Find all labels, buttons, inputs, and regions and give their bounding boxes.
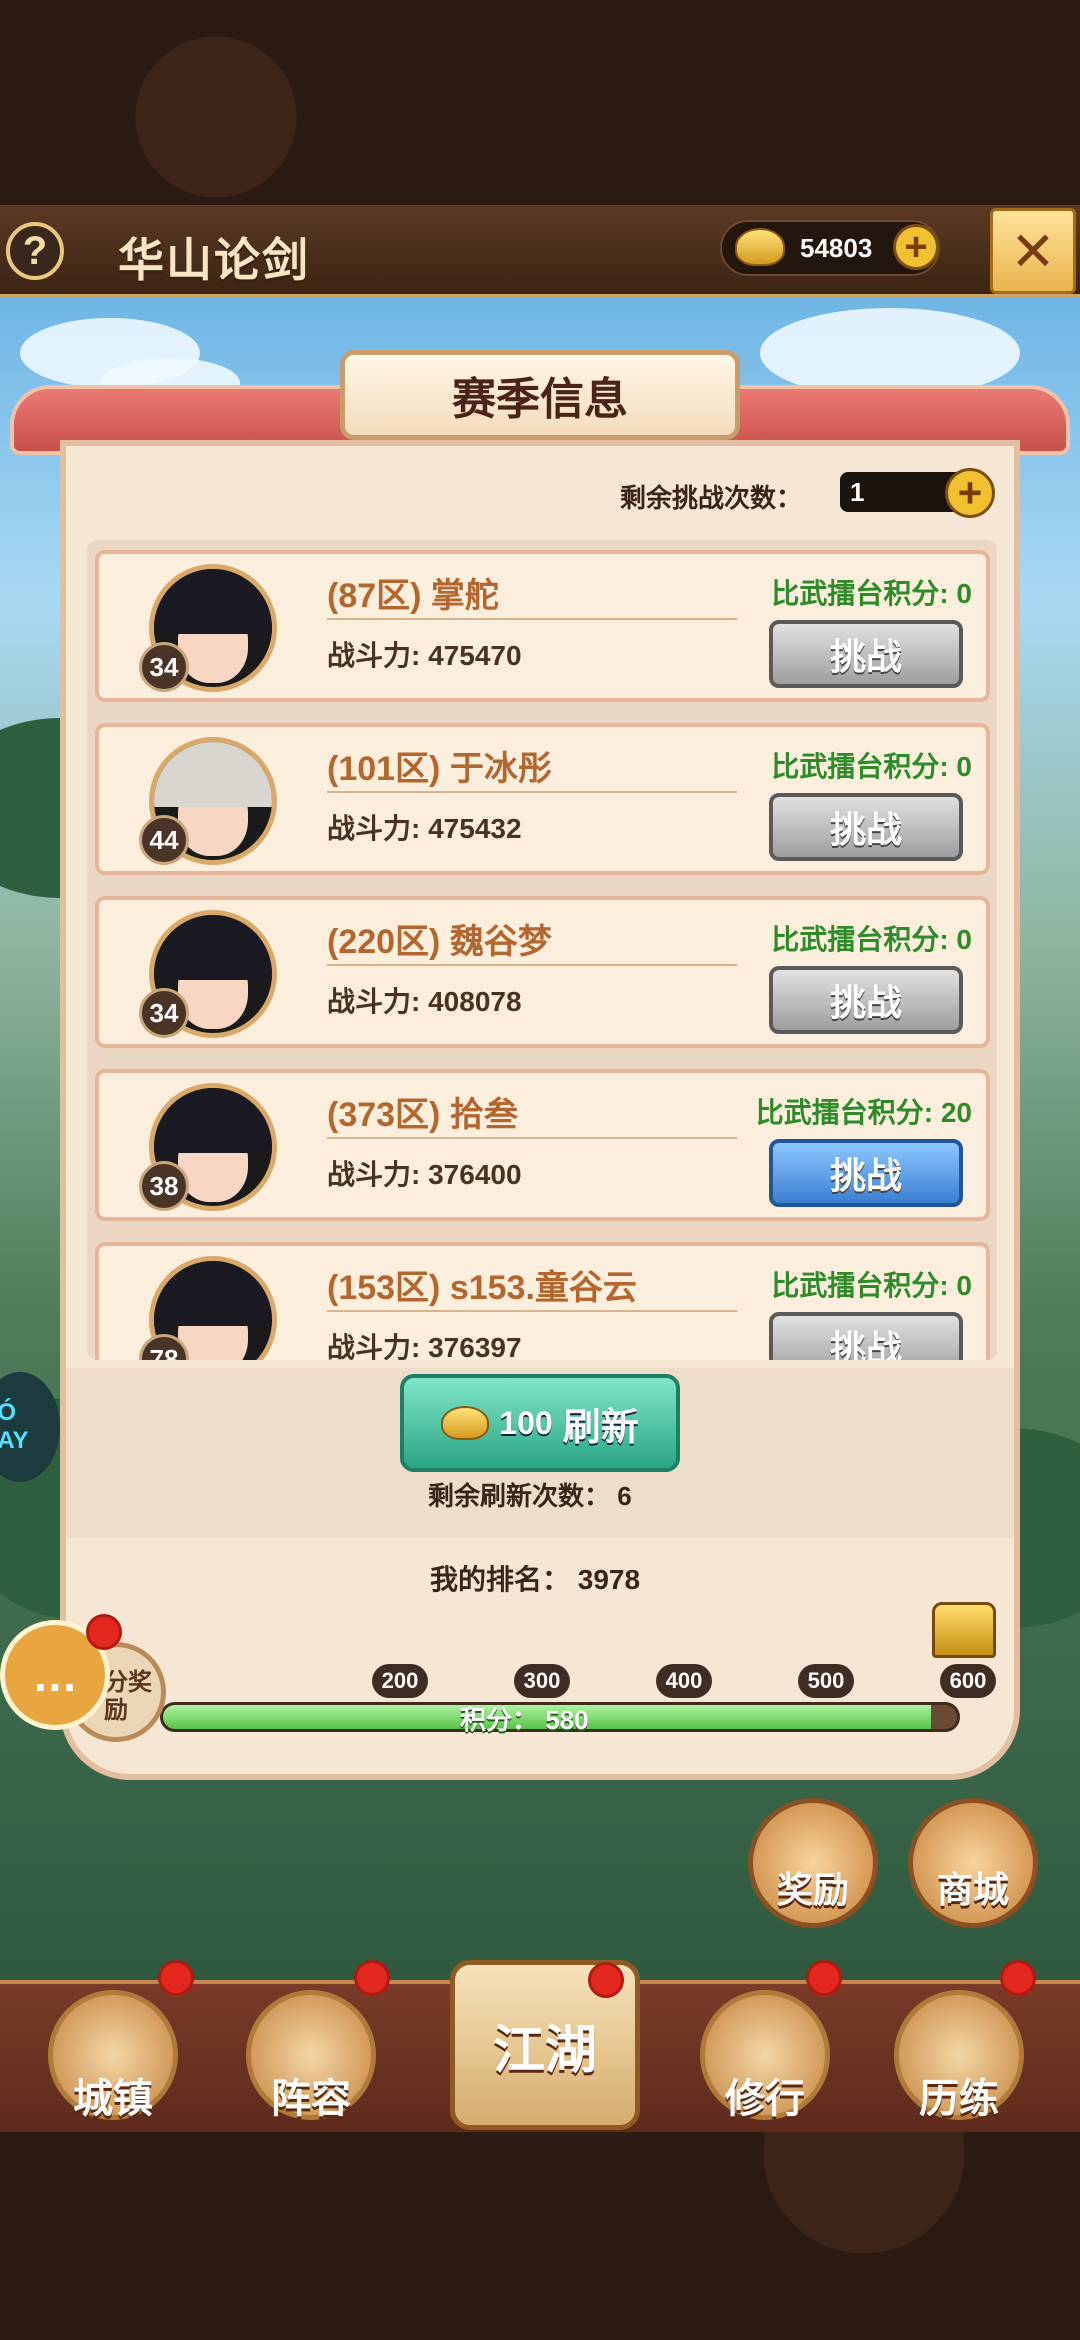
opponent-name: (220区) 魏谷梦 [327, 923, 552, 961]
opponent-power: 战斗力: 475432 [327, 813, 522, 844]
season-title: 赛季信息 [340, 350, 740, 440]
nav-trial[interactable]: 历练 [884, 1990, 1034, 2130]
level-badge: 38 [139, 1161, 189, 1211]
row-divider [327, 1310, 737, 1312]
nav-practice[interactable]: 修行 [690, 1990, 840, 2130]
opponent-score: 比武擂台积分: 0 [771, 751, 972, 782]
milestone-badge: 300 [514, 1664, 570, 1698]
gold-amount: 54803 [800, 233, 873, 263]
opponent-name: (101区) 于冰彤 [327, 750, 552, 788]
close-button[interactable]: ✕ [990, 208, 1076, 294]
opponent-row: 38 (373区) 拾叁 战斗力: 376400 比武擂台积分: 20 挑战 [95, 1069, 990, 1221]
opponent-name: (373区) 拾叁 [327, 1096, 518, 1134]
notification-dot [354, 1960, 390, 1996]
milestone-badge: 200 [372, 1664, 428, 1698]
gold-ingot-icon [441, 1406, 490, 1440]
challenge-button[interactable]: 挑战 [769, 1139, 963, 1207]
notification-dot [588, 1962, 624, 1998]
opponent-row: 78 (153区) s153.童谷云 战斗力: 376397 比武擂台积分: 0… [95, 1242, 990, 1360]
opponent-row: 34 (220区) 魏谷梦 战斗力: 408078 比武擂台积分: 0 挑战 [95, 896, 990, 1048]
add-challenges-button[interactable]: + [945, 468, 995, 518]
refresh-label: 刷新 [562, 1406, 639, 1449]
notification-dot [806, 1960, 842, 1996]
notification-dot [86, 1614, 122, 1650]
opponent-list[interactable]: 34 (87区) 掌舵 战斗力: 475470 比武擂台积分: 0 挑战 44 … [87, 540, 997, 1360]
opponent-score: 比武擂台积分: 0 [771, 578, 972, 609]
row-divider [327, 791, 737, 793]
nav-lineup[interactable]: 阵容 [236, 1990, 386, 2130]
remaining-challenges-label: 剩余挑战次数： [620, 483, 803, 513]
milestone-badge: 600 [940, 1664, 996, 1698]
level-badge: 34 [139, 642, 189, 692]
challenge-button[interactable]: 挑战 [769, 966, 963, 1034]
row-divider [327, 964, 737, 966]
opponent-row: 44 (101区) 于冰彤 战斗力: 475432 比武擂台积分: 0 挑战 [95, 723, 990, 875]
challenge-button[interactable]: 挑战 [769, 620, 963, 688]
page-title: 华山论剑 [118, 234, 310, 286]
nav-town[interactable]: 城镇 [38, 1990, 188, 2130]
row-divider [327, 618, 737, 620]
opponent-score: 比武擂台积分: 0 [771, 1270, 972, 1301]
help-button[interactable]: ? [6, 222, 64, 280]
challenge-button[interactable]: 挑战 [769, 793, 963, 861]
row-divider [327, 1137, 737, 1139]
opponent-score: 比武擂台积分: 0 [771, 924, 972, 955]
refresh-cost: 100 [499, 1404, 553, 1441]
treasure-chest-icon[interactable] [932, 1602, 996, 1658]
opponent-power: 战斗力: 475470 [327, 640, 522, 671]
opponent-name: (87区) 掌舵 [327, 577, 499, 615]
game-screen: ? 华山论剑 54803 + ✕ 赛季信息 剩余挑战次数： 1 + 34 (87… [0, 0, 1080, 2340]
refresh-button[interactable]: 100 刷新 [400, 1374, 680, 1472]
notification-dot [158, 1960, 194, 1996]
challenge-button[interactable]: 挑战 [769, 1312, 963, 1360]
gold-ingot-icon [735, 228, 785, 266]
opponent-power: 战斗力: 376400 [327, 1159, 522, 1190]
add-gold-button[interactable]: + [893, 224, 939, 270]
opponent-score: 比武擂台积分: 20 [755, 1097, 972, 1128]
level-badge: 44 [139, 815, 189, 865]
opponent-name: (153区) s153.童谷云 [327, 1269, 637, 1307]
chat-bubble-icon: … [32, 1649, 78, 1701]
score-progress-label: 积分： 580 [460, 1705, 589, 1735]
refresh-remaining: 剩余刷新次数： 6 [428, 1481, 632, 1511]
notification-dot [1000, 1960, 1036, 1996]
opponent-row: 34 (87区) 掌舵 战斗力: 475470 比武擂台积分: 0 挑战 [95, 550, 990, 702]
reward-button[interactable]: 奖励 [748, 1798, 878, 1928]
my-rank: 我的排名： 3978 [430, 1564, 641, 1595]
milestone-badge: 400 [656, 1664, 712, 1698]
opponent-power: 战斗力: 408078 [327, 986, 522, 1017]
opponent-power: 战斗力: 376397 [327, 1332, 522, 1360]
shop-button[interactable]: 商城 [908, 1798, 1038, 1928]
level-badge: 34 [139, 988, 189, 1038]
milestone-badge: 500 [798, 1664, 854, 1698]
